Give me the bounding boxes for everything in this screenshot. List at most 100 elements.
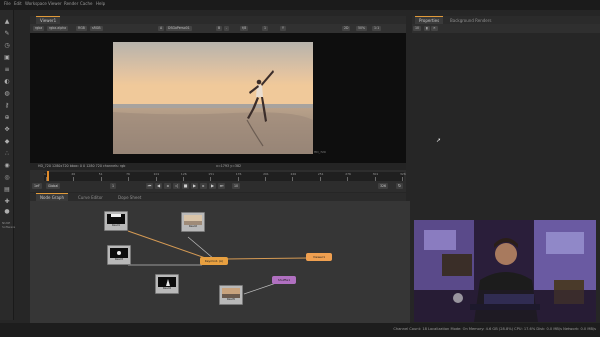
timeline-ruler[interactable]: 1 26 51 76 101 126 151 176 201 226 251 276 301 326 [44, 172, 406, 181]
gain-field[interactable]: f/8 [240, 26, 249, 31]
metadata-icon[interactable]: ▤ [3, 186, 11, 194]
fps-select[interactable]: Global [46, 183, 61, 189]
first-frame-button[interactable]: ⏮ [146, 183, 153, 189]
mode-select[interactable]: 2D [342, 26, 351, 31]
step-field[interactable]: 10 [232, 183, 241, 189]
step-forward-button[interactable]: ▸ [200, 183, 207, 189]
properties-body[interactable] [412, 33, 600, 218]
stop-button[interactable]: ■ [182, 183, 189, 189]
menu-help[interactable]: Help [96, 1, 105, 6]
viewer-node[interactable]: Viewer1 [306, 253, 332, 261]
timeline-tick-label: 226 [290, 172, 297, 176]
end-frame-field[interactable]: 326 [378, 183, 389, 189]
read3-label: Read3 [114, 258, 124, 261]
menu-render[interactable]: Render [64, 1, 78, 6]
channel-icon[interactable]: ≡ [3, 66, 11, 74]
menu-workspace[interactable]: Workspace [25, 1, 47, 6]
read-node-read4[interactable]: Read4 [155, 274, 179, 294]
menu-cache[interactable]: Cache [80, 1, 92, 6]
in-point-field[interactable]: 1eF [32, 183, 42, 189]
read5-thumbnail [222, 288, 240, 298]
toolsets-icon[interactable]: ✚ [3, 198, 11, 206]
merge-icon[interactable]: ⊕ [3, 114, 11, 122]
menu-edit[interactable]: Edit [14, 1, 22, 6]
tab-viewer1[interactable]: Viewer1 [36, 16, 61, 24]
gamma-field[interactable]: 1 [262, 26, 269, 31]
timeline-tick [402, 177, 403, 181]
other-icon[interactable]: ● [3, 208, 11, 216]
transform-icon[interactable]: ✥ [3, 126, 11, 134]
read1-thumbnail [107, 214, 125, 224]
format-info: HD_720 1280x720 bbox: 0 0 1280 720 chann… [38, 164, 126, 168]
playhead[interactable] [47, 171, 49, 181]
last-frame-button[interactable]: ⏭ [218, 183, 225, 189]
max-panels-field[interactable]: 10 [413, 26, 422, 31]
properties-tabbar: Properties Background Renders [412, 16, 600, 24]
particles-icon[interactable]: ∴ [3, 150, 11, 158]
node-graph[interactable]: Read1 Read2 Read3 Read4 Read5 Keymix1 (A… [30, 201, 410, 323]
step-back-button[interactable]: ◂ [164, 183, 171, 189]
filter-icon[interactable]: ◍ [3, 90, 11, 98]
timeline-tick-label: 51 [98, 172, 103, 176]
play-button[interactable]: ▶ [191, 183, 198, 189]
keyer-icon[interactable]: ⚷ [3, 102, 11, 110]
timeline-tick-label: 26 [71, 172, 76, 176]
clear-panels-icon[interactable]: ✕ [431, 26, 438, 31]
timeline-tick-label: 76 [126, 172, 130, 176]
alpha-select[interactable]: rgba.alpha [47, 26, 69, 31]
views-icon[interactable]: ◎ [3, 174, 11, 182]
read4-thumbnail [158, 277, 176, 287]
b-input-label: B [216, 26, 223, 31]
read-node-read3[interactable]: Read3 [107, 245, 131, 265]
read-node-read1[interactable]: Read1 [104, 211, 128, 231]
wire-keymix-viewer [225, 257, 309, 260]
timeline-tick-label: 1 [44, 172, 46, 176]
lut-select[interactable]: sRGB [90, 26, 103, 31]
viewer-info-bar: HD_720 1280x720 bbox: 0 0 1280 720 chann… [30, 163, 406, 170]
tab-background-renders[interactable]: Background Renders [446, 16, 496, 24]
keymix-node[interactable]: Keymix1 (A) [200, 257, 228, 265]
tab-properties[interactable]: Properties [415, 16, 444, 24]
cursor-coordinates: x=1793 y=382 [216, 164, 242, 168]
y-button[interactable]: Y [280, 26, 286, 31]
channels-select[interactable]: rgba [33, 26, 45, 31]
next-key-button[interactable]: ▶ [209, 183, 216, 189]
read-node-read2[interactable]: Read2 [181, 212, 205, 232]
paint-icon[interactable]: ✎ [3, 30, 11, 38]
prev-key-button[interactable]: ◀ [155, 183, 162, 189]
lock-icon[interactable]: ▮ [424, 26, 430, 31]
timeline-tick-label: 151 [208, 172, 215, 176]
a-input-select[interactable]: DSGoPerso01 [166, 26, 192, 31]
a-input-label: A [158, 26, 165, 31]
loop-button[interactable]: ↻ [396, 183, 403, 189]
timeline-tick-label: 176 [235, 172, 242, 176]
pointer-icon[interactable]: ▲ [3, 18, 11, 26]
menu-file[interactable]: File [4, 1, 11, 6]
properties-toolbar: 10 ▮ ✕ [412, 24, 600, 33]
b-input-select[interactable]: - [224, 26, 230, 31]
proxy-select[interactable]: 1:1 [372, 26, 382, 31]
read-node-read5[interactable]: Read5 [219, 285, 243, 305]
read3-thumbnail [110, 248, 128, 258]
display-select[interactable]: RGB [76, 26, 87, 31]
color-icon[interactable]: ◐ [3, 78, 11, 86]
image-icon[interactable]: ▣ [3, 54, 11, 62]
read4-label: Read4 [162, 287, 172, 290]
shuffle-node[interactable]: Shuffle1 [272, 276, 296, 284]
3d-icon[interactable]: ◆ [3, 138, 11, 146]
wire-read2-keymix [187, 236, 215, 260]
viewer-image [113, 42, 313, 154]
zoom-select[interactable]: 50% [356, 26, 368, 31]
timeline-tick [210, 177, 212, 181]
tab-node-graph[interactable]: Node Graph [36, 193, 68, 201]
tab-curve-editor[interactable]: Curve Editor [74, 193, 107, 201]
menu-bar: File Edit Workspace Viewer Render Cache … [0, 0, 600, 10]
tab-dope-sheet[interactable]: Dope Sheet [114, 193, 146, 201]
play-back-button[interactable]: ◁ [173, 183, 180, 189]
clock-icon[interactable]: ◷ [3, 42, 11, 50]
timeline-tick-label: 251 [317, 172, 324, 176]
menu-viewer[interactable]: Viewer [48, 1, 62, 6]
deep-icon[interactable]: ◉ [3, 162, 11, 170]
current-frame-field[interactable]: 1 [110, 183, 117, 189]
tool-sidebar: ▲ ✎ ◷ ▣ ≡ ◐ ◍ ⚷ ⊕ ✥ ◆ ∴ ◉ ◎ ▤ ✚ ● NUKE S… [0, 10, 15, 320]
